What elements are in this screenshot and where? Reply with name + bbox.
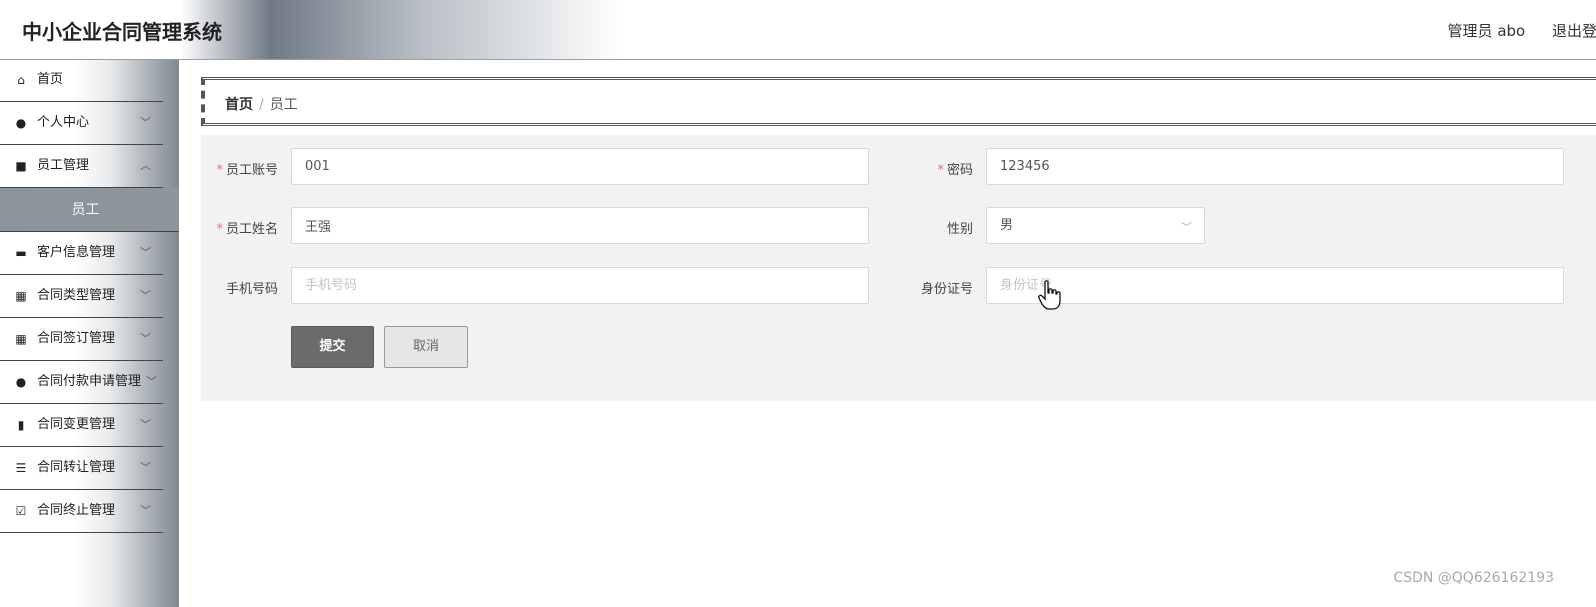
chevron-down-icon: ﹀ (146, 375, 157, 388)
name-label: * 员工姓名 (216, 222, 278, 237)
cancel-button[interactable]: 取消 (384, 326, 468, 368)
document-icon: ▮ (17, 418, 25, 432)
required-mark: * (216, 222, 223, 237)
sidebar: ⌂ 首页 ● 个人中心 ﹀ ■ 员工管理 ︿ 员工 ▬ 客户信息管理 ﹀ ▦ 合… (0, 60, 179, 607)
sidebar-item-contract-transfer[interactable]: ☰ 合同转让管理 ﹀ (0, 447, 163, 490)
chevron-down-icon: ﹀ (140, 504, 151, 517)
watermark: CSDN @QQ626162193 (1393, 570, 1554, 586)
sidebar-subitem-employee[interactable]: 员工 (0, 188, 179, 232)
header-user-area: 管理员 abo 退出登录 (1426, 20, 1596, 41)
required-mark: * (216, 163, 223, 178)
id-card-input[interactable] (986, 267, 1564, 304)
chevron-down-icon: ﹀ (140, 418, 151, 431)
phone-label: 手机号码 (225, 282, 278, 297)
sidebar-item-label: 客户信息管理 (37, 245, 116, 260)
hand-cursor-icon (1038, 280, 1061, 310)
user-icon: ● (15, 116, 27, 130)
account-label: * 员工账号 (216, 163, 278, 178)
employee-account-input[interactable] (291, 148, 869, 185)
bulb-icon: ● (15, 375, 27, 389)
sidebar-item-customer-info[interactable]: ▬ 客户信息管理 ﹀ (0, 232, 163, 275)
breadcrumb-container: 首页 / 员工 (201, 77, 1596, 126)
breadcrumb-separator: / (259, 97, 264, 113)
chevron-down-icon: ﹀ (140, 116, 151, 129)
sidebar-item-contract-signing[interactable]: ▦ 合同签订管理 ﹀ (0, 318, 163, 361)
employee-form: *员工账号 *密码 *员工姓名 性别 男 ﹀ 手机号码 身份证号 提交 取消 (201, 135, 1596, 401)
sidebar-item-home[interactable]: ⌂ 首页 (0, 60, 163, 102)
breadcrumb: 首页 / 员工 (225, 94, 298, 114)
chevron-down-icon: ﹀ (1181, 221, 1192, 234)
sidebar-item-employee-management[interactable]: ■ 员工管理 ︿ (0, 145, 163, 188)
monitor-icon: ▬ (15, 246, 27, 260)
chevron-up-icon: ︿ (140, 159, 151, 172)
phone-input[interactable] (291, 267, 869, 304)
sidebar-item-label: 合同付款申请管理 (37, 374, 142, 389)
top-header: 中小企业合同管理系统 管理员 abo 退出登录 (0, 0, 1596, 60)
id-card-label: 身份证号 (920, 282, 973, 297)
sidebar-item-contract-type[interactable]: ▦ 合同类型管理 ﹀ (0, 275, 163, 318)
grid-icon: ▦ (15, 332, 27, 346)
breadcrumb-home[interactable]: 首页 (225, 97, 253, 113)
sidebar-item-label: 合同转让管理 (37, 460, 116, 475)
home-icon: ⌂ (17, 73, 25, 87)
chat-icon: ■ (15, 159, 27, 173)
password-input[interactable] (986, 148, 1564, 185)
app-title: 中小企业合同管理系统 (22, 20, 222, 44)
gender-label: 性别 (946, 222, 973, 237)
sidebar-menu: ⌂ 首页 ● 个人中心 ﹀ ■ 员工管理 ︿ 员工 ▬ 客户信息管理 ﹀ ▦ 合… (0, 60, 179, 533)
admin-username: 管理员 abo (1447, 22, 1526, 40)
sidebar-item-label: 合同终止管理 (37, 503, 116, 518)
submit-button[interactable]: 提交 (291, 326, 374, 368)
sidebar-item-contract-termination[interactable]: ☑ 合同终止管理 ﹀ (0, 490, 163, 533)
chevron-down-icon: ﹀ (140, 289, 151, 302)
sidebar-item-label: 员工管理 (37, 158, 90, 173)
chevron-down-icon: ﹀ (140, 332, 151, 345)
gender-select[interactable]: 男 (986, 207, 1205, 244)
check-document-icon: ☑ (15, 504, 27, 518)
sidebar-item-contract-change[interactable]: ▮ 合同变更管理 ﹀ (0, 404, 163, 447)
list-icon: ☰ (15, 461, 27, 475)
breadcrumb-current: 员工 (269, 97, 298, 113)
logout-link[interactable]: 退出登录 (1552, 20, 1596, 41)
sidebar-item-label: 合同类型管理 (37, 288, 116, 303)
chevron-down-icon: ﹀ (140, 461, 151, 474)
grid-icon: ▦ (15, 289, 27, 303)
sidebar-item-personal-center[interactable]: ● 个人中心 ﹀ (0, 102, 163, 145)
sidebar-item-label: 首页 (37, 72, 64, 87)
chevron-down-icon: ﹀ (140, 246, 151, 259)
gender-selected-value: 男 (1000, 218, 1014, 233)
password-label: * 密码 (937, 163, 973, 178)
required-mark: * (937, 163, 944, 178)
sidebar-item-label: 合同变更管理 (37, 417, 116, 432)
employee-name-input[interactable] (291, 207, 869, 244)
sidebar-item-label: 个人中心 (37, 115, 90, 130)
sidebar-item-contract-payment[interactable]: ● 合同付款申请管理 ﹀ (0, 361, 163, 404)
sidebar-item-label: 合同签订管理 (37, 331, 116, 346)
